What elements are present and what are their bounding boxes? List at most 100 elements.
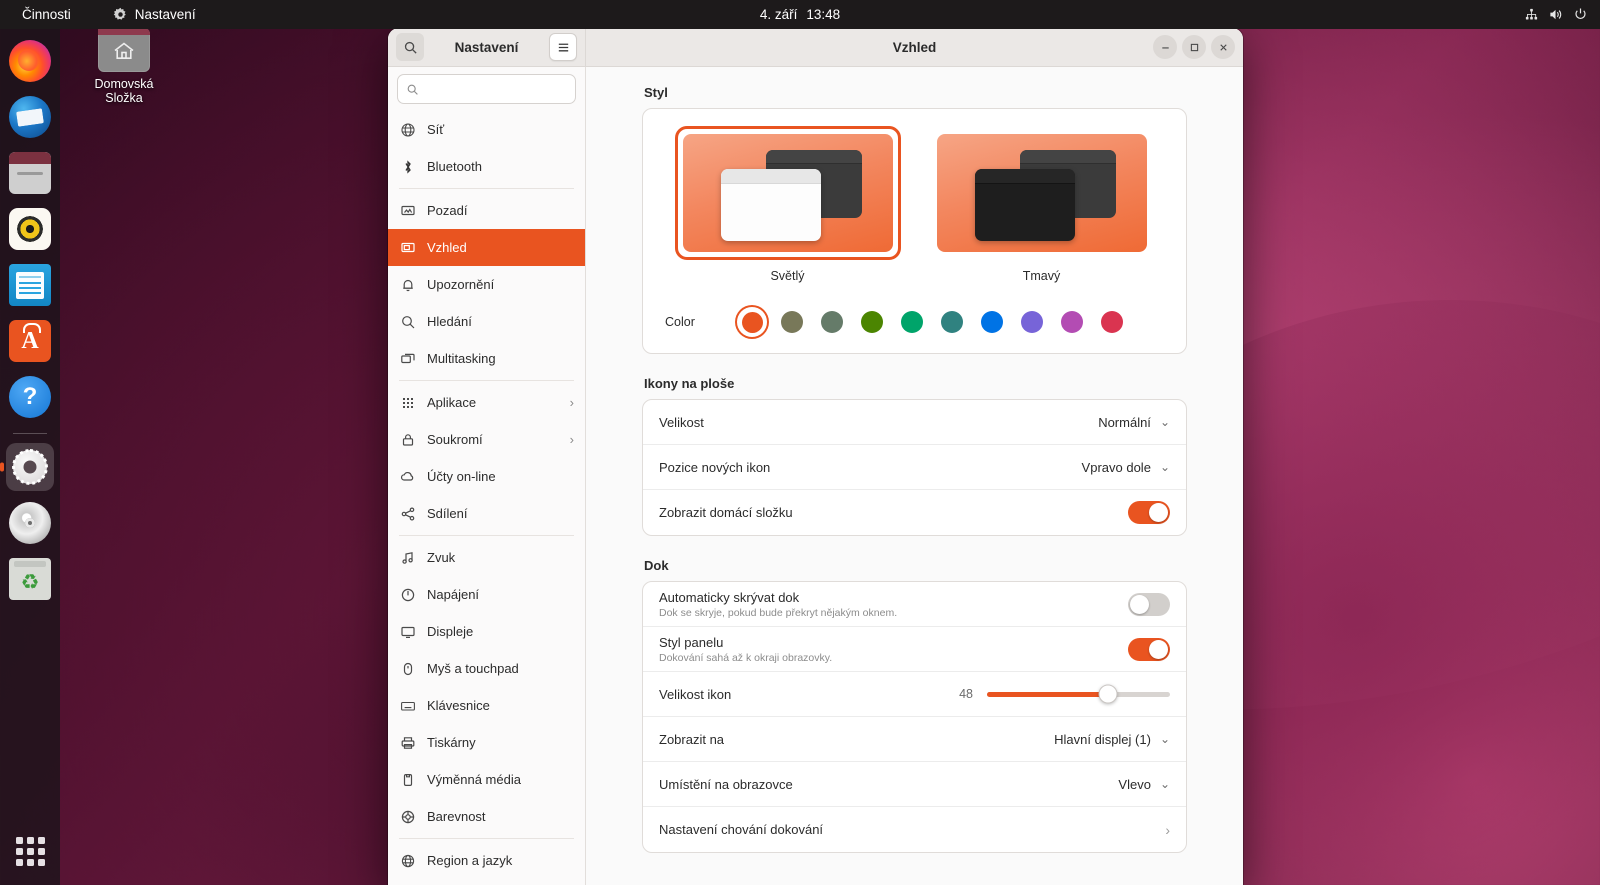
style-thumb-dark [936, 134, 1147, 252]
sidebar-title: Nastavení [454, 39, 519, 55]
clock-time: 13:48 [806, 7, 841, 22]
style-label-dark: Tmavý [1022, 269, 1061, 283]
desktop-icon-home-folder[interactable]: Domovská Složka [76, 22, 172, 105]
style-option-light[interactable]: Světlý [674, 126, 901, 283]
maximize-button[interactable] [1182, 35, 1206, 59]
sidebar-item-sdileni[interactable]: Sdílení [388, 495, 585, 532]
dock-item-files[interactable] [6, 149, 54, 197]
color-swatch-blue[interactable] [977, 307, 1007, 337]
dock-item-firefox[interactable] [6, 37, 54, 85]
row-title: Pozice nových ikon [659, 459, 771, 475]
chevron-right-icon: › [569, 432, 574, 447]
row-title: Zobrazit na [659, 731, 725, 747]
toggle-auto-hide-dock[interactable] [1128, 592, 1170, 616]
row-zobrazit-domaci-slozku[interactable]: Zobrazit domácí složku [643, 490, 1186, 535]
row-title: Styl panelu [659, 634, 724, 650]
sidebar-item-vymenna-media[interactable]: Výměnná média [388, 761, 585, 798]
icon-size-value: 48 [959, 687, 973, 701]
toggle-panel-mode[interactable] [1128, 637, 1170, 661]
activities-button[interactable]: Činnosti [14, 5, 79, 24]
sidebar-item-aplikace[interactable]: Aplikace › [388, 384, 585, 421]
color-swatch-orange[interactable] [737, 307, 767, 337]
search-toggle-button[interactable] [396, 33, 424, 61]
sidebar-item-label: Napájení [427, 587, 480, 602]
color-swatch-bark[interactable] [777, 307, 807, 337]
network-icon [399, 121, 416, 138]
sidebar-item-pozadi[interactable]: Pozadí [388, 192, 585, 229]
slider-handle[interactable] [1098, 684, 1118, 704]
search-input[interactable] [425, 82, 567, 96]
sidebar-item-zvuk[interactable]: Zvuk [388, 539, 585, 576]
color-swatch-purple[interactable] [1017, 307, 1047, 337]
row-umisteni-na-obrazovce[interactable]: Umístění na obrazovce Vlevo ⌄ [643, 762, 1186, 807]
dock-item-disk[interactable] [6, 499, 54, 547]
gear-icon [113, 7, 128, 22]
minimize-button[interactable] [1153, 35, 1177, 59]
sidebar-item-napajeni[interactable]: Napájení [388, 576, 585, 613]
color-swatch-red[interactable] [1097, 307, 1127, 337]
icon-size-slider[interactable] [987, 684, 1170, 704]
style-thumb-dark-wrapper[interactable] [929, 126, 1155, 260]
chevron-right-icon: › [569, 395, 574, 410]
chevron-down-icon: ⌄ [1159, 777, 1170, 791]
row-velikost[interactable]: Velikost Normální ⌄ [643, 400, 1186, 445]
page-title: Vzhled [892, 39, 937, 55]
row-subtitle: Dok se skryje, pokud bude překryt nějaký… [659, 606, 898, 619]
chevron-down-icon: ⌄ [1159, 415, 1170, 429]
sidebar-item-label: Upozornění [427, 277, 495, 292]
dock-item-libreoffice-writer[interactable] [6, 261, 54, 309]
search-icon [399, 313, 416, 330]
sidebar-item-sit[interactable]: Síť [388, 111, 585, 148]
color-swatch-olive[interactable] [857, 307, 887, 337]
row-automaticky-skryvat-dok[interactable]: Automaticky skrývat dok Dok se skryje, p… [643, 582, 1186, 627]
sidebar-item-hledani[interactable]: Hledání [388, 303, 585, 340]
sidebar-item-region-a-jazyk[interactable]: Region a jazyk [388, 842, 585, 879]
window-body: Síť Bluetooth Pozadí Vzhled Upozornění H… [388, 67, 1243, 885]
sidebar-item-mys-a-touchpad[interactable]: Myš a touchpad [388, 650, 585, 687]
share-icon [399, 505, 416, 522]
sidebar-item-klavesnice[interactable]: Klávesnice [388, 687, 585, 724]
settings-icon [13, 450, 47, 484]
system-status-area[interactable] [1524, 7, 1588, 22]
sidebar-item-barevnost[interactable]: Barevnost [388, 798, 585, 835]
sidebar-item-multitasking[interactable]: Multitasking [388, 340, 585, 377]
sidebar-item-label: Účty on-line [427, 469, 496, 484]
sidebar-item-ucty-online[interactable]: Účty on-line [388, 458, 585, 495]
style-option-dark[interactable]: Tmavý [929, 126, 1155, 283]
sidebar-item-vzhled[interactable]: Vzhled [388, 229, 585, 266]
sidebar-item-upozorneni[interactable]: Upozornění [388, 266, 585, 303]
sidebar-item-displeje[interactable]: Displeje [388, 613, 585, 650]
sidebar-item-tiskarny[interactable]: Tiskárny [388, 724, 585, 761]
dock-item-trash[interactable] [6, 555, 54, 603]
sidebar-item-label: Multitasking [427, 351, 496, 366]
row-styl-panelu[interactable]: Styl panelu Dokování sahá až k okraji ob… [643, 627, 1186, 672]
main-menu-button[interactable] [549, 33, 577, 61]
sidebar-separator [399, 188, 574, 189]
sidebar-item-soukromi[interactable]: Soukromí › [388, 421, 585, 458]
dock-item-settings[interactable] [6, 443, 54, 491]
close-button[interactable] [1211, 35, 1235, 59]
row-zobrazit-na[interactable]: Zobrazit na Hlavní displej (1) ⌄ [643, 717, 1186, 762]
row-nastaveni-chovani-dokovani[interactable]: Nastavení chování dokování › [643, 807, 1186, 852]
mouse-icon [399, 660, 416, 677]
color-swatch-prussian-green[interactable] [937, 307, 967, 337]
dock-item-thunderbird[interactable] [6, 93, 54, 141]
sidebar-item-label: Hledání [427, 314, 472, 329]
sidebar-separator [399, 838, 574, 839]
color-swatch-magenta[interactable] [1057, 307, 1087, 337]
app-menu-button[interactable]: Nastavení [105, 5, 204, 24]
search-box[interactable] [397, 74, 576, 104]
thunderbird-icon [9, 96, 51, 138]
sidebar-item-bluetooth[interactable]: Bluetooth [388, 148, 585, 185]
bluetooth-icon [399, 158, 416, 175]
show-applications-icon[interactable] [6, 827, 54, 875]
toggle-show-home-folder[interactable] [1128, 501, 1170, 524]
style-thumb-light-wrapper[interactable] [674, 126, 901, 260]
color-swatch-viridian[interactable] [897, 307, 927, 337]
row-pozice-novych-ikon[interactable]: Pozice nových ikon Vpravo dole ⌄ [643, 445, 1186, 490]
dock-item-help[interactable]: ? [6, 373, 54, 421]
color-swatch-sage[interactable] [817, 307, 847, 337]
dock-item-rhythmbox[interactable] [6, 205, 54, 253]
clock[interactable]: 4. září 13:48 [760, 7, 840, 22]
dock-item-app-center[interactable]: A [6, 317, 54, 365]
